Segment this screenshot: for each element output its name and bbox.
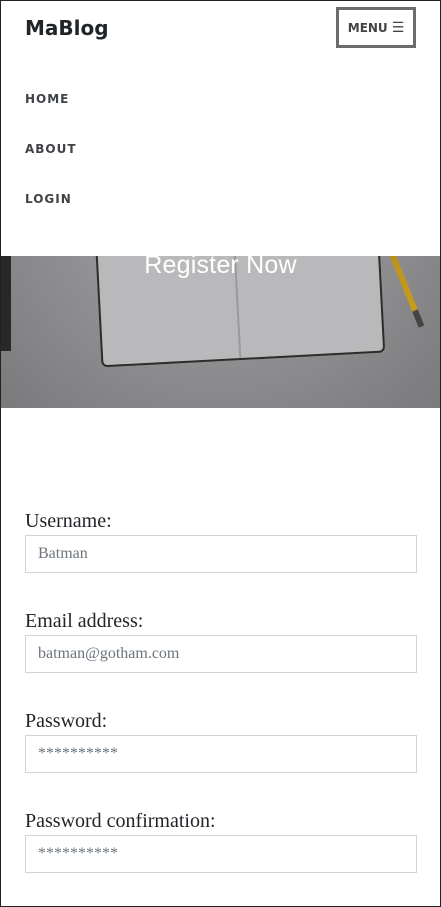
password-input[interactable]: ********** [25,735,417,773]
username-label: Username: [25,510,112,532]
nav-menu-list: HOME ABOUT LOGIN [25,90,77,240]
password-confirmation-input[interactable]: ********** [25,835,417,873]
menu-button-label: MENU [347,20,388,35]
hamburger-icon: ☰ [391,19,405,36]
nav-item-login: LOGIN [25,190,77,240]
password-confirmation-label: Password confirmation: [25,810,216,832]
username-input[interactable]: Batman [25,535,417,573]
email-input[interactable]: batman@gotham.com [25,635,417,673]
nav-item-about: ABOUT [25,140,77,190]
username-group: Username: Batman [25,507,417,607]
password-confirmation-group: Password confirmation: ********** [25,807,417,906]
page-frame: Register Now MaBlog MENU ☰ HOME ABOUT LO… [0,0,441,907]
email-label: Email address: [25,610,144,632]
email-group: Email address: batman@gotham.com [25,607,417,707]
navbar: MaBlog MENU ☰ HOME ABOUT LOGIN [1,1,440,256]
menu-toggle-button[interactable]: MENU ☰ [336,7,416,48]
nav-item-home: HOME [25,90,77,140]
register-form: Username: Batman Email address: batman@g… [25,507,417,906]
password-group: Password: ********** [25,707,417,807]
nav-link-home[interactable]: HOME [25,92,69,106]
password-label: Password: [25,710,108,732]
brand-logo-link[interactable]: MaBlog [25,16,109,40]
nav-link-login[interactable]: LOGIN [25,192,72,206]
nav-link-about[interactable]: ABOUT [25,142,77,156]
